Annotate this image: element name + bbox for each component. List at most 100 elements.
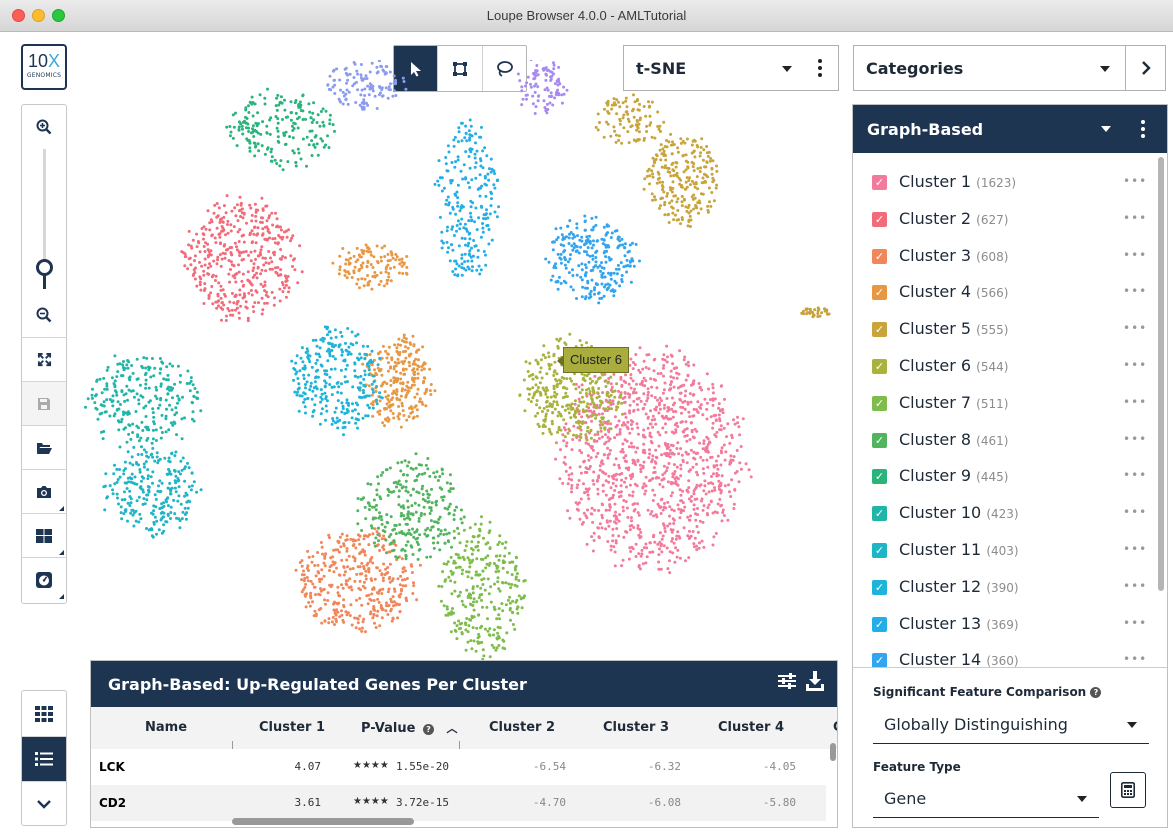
cell-point bbox=[220, 257, 224, 261]
cell-point bbox=[137, 439, 141, 443]
cell-point bbox=[381, 344, 385, 348]
cell-point bbox=[354, 546, 358, 550]
cell-point bbox=[663, 502, 666, 505]
cell-point bbox=[661, 426, 665, 430]
cell-point bbox=[174, 490, 178, 494]
cell-point bbox=[699, 207, 703, 211]
cell-point bbox=[644, 542, 648, 546]
cell-point bbox=[510, 610, 514, 614]
cell-point bbox=[283, 274, 287, 278]
cell-point bbox=[612, 294, 616, 298]
cell-point bbox=[411, 334, 415, 338]
cell-point bbox=[352, 254, 356, 258]
fit-view-button[interactable] bbox=[22, 337, 66, 381]
cell-point bbox=[165, 407, 168, 411]
cell-point bbox=[570, 244, 574, 248]
cell-point bbox=[342, 433, 345, 437]
cell-point bbox=[614, 457, 618, 461]
cell-point bbox=[405, 255, 409, 258]
cell-point bbox=[412, 343, 416, 347]
zoom-slider[interactable] bbox=[22, 149, 66, 289]
cell-point bbox=[622, 535, 626, 539]
cell-point bbox=[375, 566, 379, 570]
cell-point bbox=[553, 360, 557, 364]
cell-point bbox=[387, 587, 391, 591]
cell-point bbox=[253, 102, 257, 106]
cell-point bbox=[260, 268, 264, 272]
cell-point bbox=[606, 400, 610, 404]
categories-dropdown[interactable]: Categories bbox=[853, 45, 1126, 91]
save-button[interactable] bbox=[22, 381, 66, 425]
cell-point bbox=[566, 482, 570, 486]
cell-point bbox=[386, 278, 390, 282]
cell-point bbox=[117, 428, 121, 432]
cell-point bbox=[476, 534, 480, 538]
cell-point bbox=[483, 627, 487, 631]
cell-point bbox=[693, 155, 697, 159]
cell-point bbox=[645, 555, 649, 559]
cell-point bbox=[396, 461, 400, 465]
cell-point bbox=[146, 485, 150, 488]
zoom-in-button[interactable] bbox=[22, 105, 66, 149]
cell-point bbox=[122, 393, 126, 397]
cell-point bbox=[146, 477, 150, 481]
cell-point bbox=[684, 153, 688, 157]
cell-point bbox=[295, 370, 299, 374]
cell-point bbox=[183, 513, 187, 516]
cell-point bbox=[648, 182, 651, 186]
cell-point bbox=[399, 343, 403, 347]
zoom-slider-handle[interactable] bbox=[36, 259, 53, 276]
cell-point bbox=[487, 633, 491, 637]
cell-point bbox=[316, 375, 320, 379]
list-view-button[interactable] bbox=[22, 736, 66, 781]
open-folder-button[interactable] bbox=[22, 425, 66, 469]
cell-point bbox=[379, 279, 383, 283]
cell-point bbox=[376, 533, 380, 537]
screenshot-button[interactable] bbox=[22, 469, 66, 513]
cell-point bbox=[638, 346, 642, 350]
cell-point bbox=[437, 517, 441, 521]
cell-point bbox=[126, 501, 130, 505]
cell-point bbox=[607, 395, 611, 399]
cell-point bbox=[710, 172, 714, 176]
grid-view-button[interactable] bbox=[22, 691, 66, 736]
cell-point bbox=[214, 274, 218, 278]
cell-point bbox=[406, 540, 410, 544]
cell-point bbox=[340, 334, 344, 338]
cell-point bbox=[705, 145, 709, 148]
cell-point bbox=[665, 139, 668, 142]
cell-point bbox=[698, 170, 702, 173]
cell-point bbox=[674, 430, 678, 434]
cell-point bbox=[719, 504, 723, 508]
cell-point bbox=[343, 420, 347, 424]
gauge-button[interactable] bbox=[22, 557, 66, 601]
cell-point bbox=[186, 369, 190, 373]
zoom-out-button[interactable] bbox=[22, 293, 66, 337]
cell-point bbox=[229, 229, 233, 233]
cell-point bbox=[607, 430, 611, 434]
cell-point bbox=[326, 599, 330, 602]
cell-point bbox=[658, 531, 662, 535]
cell-point bbox=[725, 435, 728, 439]
cell-point bbox=[400, 460, 404, 464]
cell-point bbox=[568, 332, 572, 336]
cell-point bbox=[604, 379, 608, 383]
cell-point bbox=[672, 509, 676, 513]
next-panel-button[interactable] bbox=[1125, 45, 1166, 91]
cell-point bbox=[578, 426, 582, 430]
cell-point bbox=[400, 257, 404, 261]
cell-point bbox=[356, 403, 360, 407]
cell-point bbox=[276, 121, 280, 125]
tsne-scatter-plot[interactable] bbox=[72, 60, 847, 660]
cell-point bbox=[263, 280, 267, 284]
cell-point bbox=[617, 138, 621, 142]
cell-point bbox=[573, 411, 577, 415]
cell-point bbox=[680, 204, 684, 208]
cell-point bbox=[327, 621, 331, 625]
cell-point bbox=[202, 245, 206, 248]
cell-point bbox=[494, 570, 498, 574]
layout-button[interactable] bbox=[22, 513, 66, 557]
cell-point bbox=[458, 556, 462, 560]
cell-point bbox=[635, 124, 639, 128]
collapse-button[interactable] bbox=[22, 781, 66, 826]
